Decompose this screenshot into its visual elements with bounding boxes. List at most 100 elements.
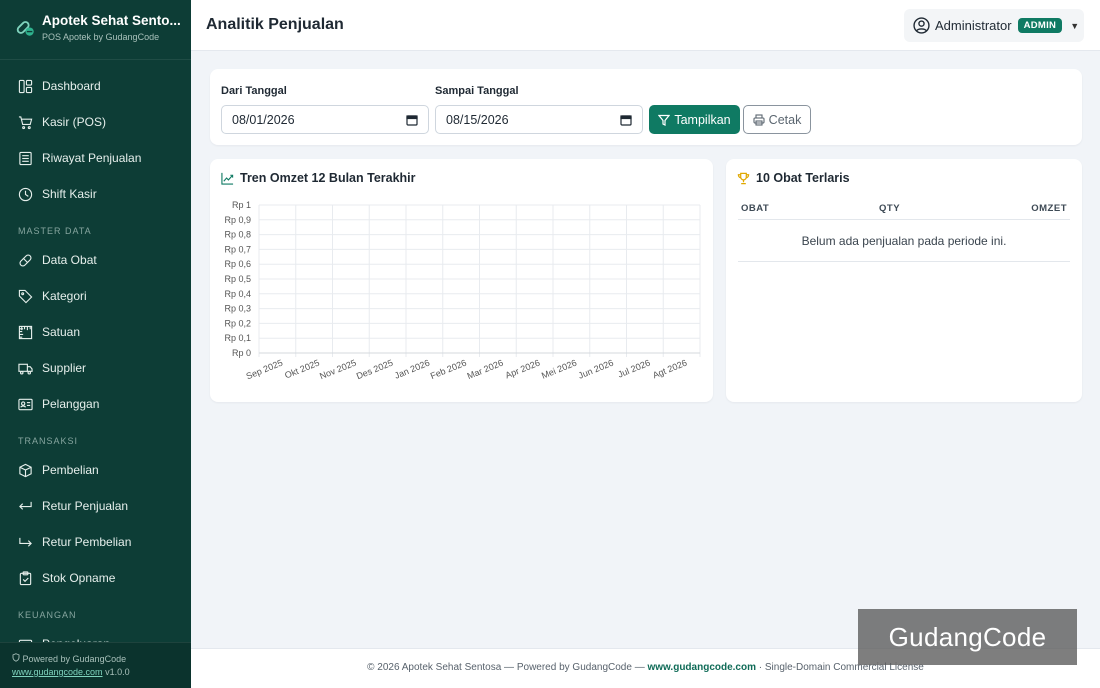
user-menu-button[interactable]: Administrator ADMIN ▼ — [904, 9, 1084, 42]
column-header-qty: QTY — [879, 203, 901, 214]
box-icon — [19, 463, 32, 477]
user-circle-icon — [913, 17, 930, 34]
top-products-card: 10 Obat Terlaris OBAT QTY OMZET Belum ad… — [726, 159, 1082, 402]
x-tick-label: Feb 2026 — [429, 358, 468, 382]
y-tick-label: Rp 0,9 — [224, 215, 251, 225]
chart-card-header: Tren Omzet 12 Bulan Terakhir — [221, 171, 416, 185]
sidebar-item-supplier[interactable]: Supplier — [0, 350, 191, 386]
sidebar-item-pembelian[interactable]: Pembelian — [0, 452, 191, 488]
receipt-icon — [19, 151, 32, 165]
y-tick-label: Rp 0,8 — [224, 230, 251, 240]
sidebar-item-label: Stok Opname — [42, 571, 116, 585]
y-tick-label: Rp 0,2 — [224, 318, 251, 328]
graph-up-icon — [221, 172, 234, 185]
capsule-icon — [19, 253, 32, 267]
column-header-omzet: OMZET — [1031, 203, 1067, 214]
chart-card-title: Tren Omzet 12 Bulan Terakhir — [240, 171, 416, 185]
column-header-obat: OBAT — [741, 203, 770, 214]
show-button[interactable]: Tampilkan — [649, 105, 740, 134]
sidebar-item-satuan[interactable]: Satuan — [0, 314, 191, 350]
y-tick-label: Rp 0,4 — [224, 289, 251, 299]
to-date-input[interactable]: 08/15/2026 — [435, 105, 643, 134]
trophy-icon — [737, 172, 750, 184]
to-date-value: 08/15/2026 — [446, 112, 509, 127]
sidebar-item-kasir[interactable]: Kasir (POS) — [0, 104, 191, 140]
dashboard-icon — [18, 79, 33, 93]
page-title: Analitik Penjualan — [206, 16, 344, 33]
revenue-trend-card: Rp 0 Rp 0,1 Rp 0,2 Rp 0,3 Rp 0,4 Rp 0,5 Rp 0,6… — [210, 159, 713, 402]
print-button[interactable]: Cetak — [743, 105, 811, 134]
sidebar-footer: Powered by GudangCode www.gudangcode.com… — [0, 642, 191, 688]
sidebar-item-label: Retur Penjualan — [42, 499, 129, 513]
clock-icon — [18, 187, 33, 201]
brand-subtitle: POS Apotek by GudangCode — [42, 32, 160, 42]
filter-card: Dari Tanggal 08/01/2026 Sampai Tanggal 0… — [210, 69, 1082, 145]
truck-icon — [18, 363, 33, 374]
x-tick-label: Nov 2025 — [318, 358, 357, 382]
sidebar-item-riwayat-penjualan[interactable]: Riwayat Penjualan — [0, 140, 191, 176]
y-tick-label: Rp 1 — [232, 200, 251, 210]
calendar-icon[interactable] — [620, 114, 632, 126]
x-tick-label: Des 2025 — [355, 358, 394, 382]
x-tick-label: Sep 2025 — [245, 358, 284, 382]
filter-icon — [658, 114, 671, 126]
show-button-label: Tampilkan — [674, 112, 731, 127]
gudangcode-link[interactable]: www.gudangcode.com — [12, 667, 103, 677]
y-tick-label: Rp 0,5 — [224, 274, 251, 284]
sidebar-item-retur-penjualan[interactable]: Retur Penjualan — [0, 488, 191, 524]
sidebar-item-label: Satuan — [42, 325, 81, 339]
x-tick-label: Mar 2026 — [466, 358, 505, 382]
watermark: GudangCode — [858, 609, 1077, 665]
role-badge: ADMIN — [1017, 18, 1063, 33]
brand-title: Apotek Sehat Sento... — [42, 13, 181, 28]
y-tick-label: Rp 0,3 — [224, 304, 251, 314]
x-tick-label: Agt 2026 — [651, 358, 688, 381]
printer-icon — [753, 113, 765, 126]
from-date-input[interactable]: 08/01/2026 — [221, 105, 429, 134]
footer-text-before: © 2026 Apotek Sehat Sentosa — Powered by… — [367, 662, 648, 673]
sidebar-item-label: Kategori — [42, 289, 87, 303]
x-tick-label: Jul 2026 — [616, 358, 651, 380]
sidebar-item-label: Riwayat Penjualan — [42, 151, 142, 165]
sidebar-item-data-obat[interactable]: Data Obat — [0, 242, 191, 278]
footer-link[interactable]: www.gudangcode.com — [647, 662, 756, 673]
tag-icon — [18, 289, 33, 303]
y-tick-label: Rp 0,6 — [224, 259, 251, 269]
to-date-label: Sampai Tanggal — [435, 85, 519, 97]
y-tick-label: Rp 0,7 — [224, 244, 251, 254]
sidebar-item-pelanggan[interactable]: Pelanggan — [0, 386, 191, 422]
y-tick-label: Rp 0 — [232, 348, 251, 358]
pill-logo-icon — [16, 21, 34, 36]
sidebar-item-retur-pembelian[interactable]: Retur Pembelian — [0, 524, 191, 560]
sidebar-item-label: Pelanggan — [42, 397, 100, 411]
sidebar-item-label: Data Obat — [42, 253, 97, 267]
sidebar-item-label: Supplier — [42, 361, 87, 375]
empty-state-text: Belum ada penjualan pada periode ini. — [738, 220, 1070, 262]
brand[interactable]: Apotek Sehat Sento... POS Apotek by Guda… — [0, 0, 191, 60]
user-name: Administrator — [935, 18, 1012, 33]
calendar-icon[interactable] — [406, 114, 418, 126]
sidebar-item-label: Retur Pembelian — [42, 535, 132, 549]
sidebar-item-shift-kasir[interactable]: Shift Kasir — [0, 176, 191, 212]
top-card-header: 10 Obat Terlaris — [737, 171, 850, 185]
top-header: Analitik Penjualan Administrator ADMIN ▼ — [191, 0, 1100, 51]
sidebar-item-dashboard[interactable]: Dashboard — [0, 68, 191, 104]
shield-icon — [12, 653, 20, 662]
sidebar-item-label: Dashboard — [42, 79, 101, 93]
sidebar-section-transaksi: TRANSAKSI — [18, 436, 79, 446]
person-card-icon — [18, 398, 33, 410]
sidebar-nav: Dashboard Kasir (POS) Riwayat Penjualan … — [0, 60, 191, 662]
caret-down-icon: ▼ — [1070, 20, 1080, 31]
from-date-value: 08/01/2026 — [232, 112, 295, 127]
version-text: v1.0.0 — [105, 667, 130, 677]
x-tick-label: Mei 2026 — [540, 358, 578, 381]
y-tick-label: Rp 0,1 — [224, 333, 251, 343]
x-tick-label: Okt 2025 — [283, 358, 321, 381]
sidebar-item-kategori[interactable]: Kategori — [0, 278, 191, 314]
sidebar-item-stok-opname[interactable]: Stok Opname — [0, 560, 191, 596]
clipboard-check-icon — [19, 570, 32, 585]
sidebar-item-label: Kasir (POS) — [42, 115, 107, 129]
table-header: OBAT QTY OMZET — [738, 201, 1070, 220]
x-tick-label: Apr 2026 — [504, 358, 542, 381]
sidebar-item-label: Shift Kasir — [42, 187, 97, 201]
